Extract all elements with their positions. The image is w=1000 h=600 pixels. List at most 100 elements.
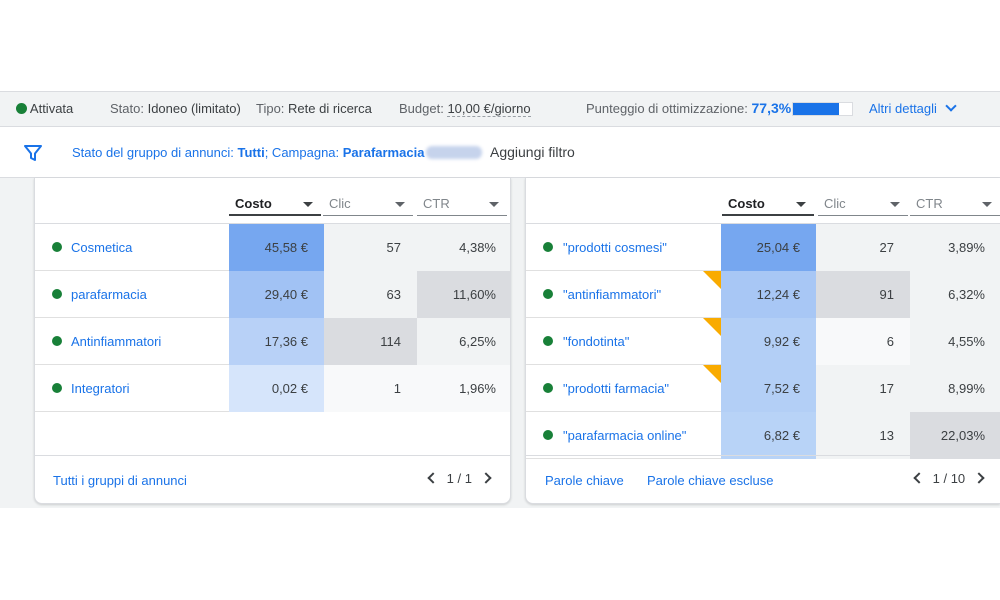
- more-details-label: Altri dettagli: [869, 101, 937, 116]
- enabled-dot-icon: [52, 383, 62, 393]
- cost-cell: 7,52 €: [721, 365, 816, 412]
- ctr-cell: 22,03%: [910, 412, 1000, 459]
- table-header: Costo Clic CTR: [526, 178, 1000, 224]
- table-row: Cosmetica 45,58 € 57 4,38%: [35, 224, 510, 271]
- campaign-status-bar: Attivata Stato: Idoneo (limitato) Tipo: …: [0, 91, 1000, 127]
- table-row: "fondotinta" 9,92 € 6 4,55%: [526, 318, 1000, 365]
- keyword-link[interactable]: "prodotti cosmesi": [563, 240, 667, 255]
- column-label: Clic: [329, 196, 351, 211]
- budget-value: 10,00 €/giorno: [447, 101, 531, 117]
- optimization-label: Punteggio di ottimizzazione:: [586, 101, 748, 116]
- cost-cell: 9,92 €: [721, 318, 816, 365]
- card-footer: Parole chiave Parole chiave escluse 1 / …: [526, 455, 1000, 503]
- enabled-dot-icon: [543, 430, 553, 440]
- keywords-card: Costo Clic CTR "prodotti cosmesi" 25,04 …: [525, 178, 1000, 504]
- ad-group-link[interactable]: Integratori: [71, 381, 130, 396]
- state-label: Stato:: [110, 101, 144, 116]
- chevron-right-icon[interactable]: [479, 472, 492, 484]
- ctr-cell: 4,38%: [417, 224, 510, 271]
- cost-cell: 0,02 €: [229, 365, 324, 412]
- keywords-link[interactable]: Parole chiave: [545, 473, 624, 488]
- column-label: Clic: [824, 196, 846, 211]
- campaign-status-text: Attivata: [29, 101, 74, 116]
- campaign-status[interactable]: Attivata: [16, 101, 73, 116]
- ctr-cell: 8,99%: [910, 365, 1000, 412]
- optimization-score[interactable]: Punteggio di ottimizzazione: 77,3%: [586, 100, 791, 116]
- redacted-text: [426, 146, 483, 159]
- optimization-progress-fill: [793, 103, 839, 115]
- clicks-cell: 27: [816, 224, 910, 271]
- campaign-budget[interactable]: Budget: 10,00 €/giorno: [399, 101, 531, 117]
- ad-group-link[interactable]: parafarmacia: [71, 287, 147, 302]
- column-header-clicks[interactable]: Clic: [323, 190, 413, 216]
- warning-flag-icon[interactable]: [703, 318, 721, 336]
- column-header-ctr[interactable]: CTR: [910, 190, 1000, 216]
- keyword-link[interactable]: "fondotinta": [563, 334, 629, 349]
- add-filter-button[interactable]: Aggiungi filtro: [490, 144, 575, 160]
- content-area: Costo Clic CTR Cosmetica 45,58 € 57 4,38…: [0, 178, 1000, 508]
- cost-cell: 17,36 €: [229, 318, 324, 365]
- filter-separator: ; Campagna:: [264, 145, 343, 160]
- page-indicator: 1 / 1: [446, 471, 472, 486]
- column-label: CTR: [916, 196, 943, 211]
- filter-bar: Stato del gruppo di annunci: Tutti; Camp…: [0, 128, 1000, 178]
- all-ad-groups-link[interactable]: Tutti i gruppi di annunci: [53, 473, 187, 488]
- clicks-cell: 1: [324, 365, 417, 412]
- table-row: Integratori 0,02 € 1 1,96%: [35, 365, 510, 412]
- filter-icon[interactable]: [24, 144, 42, 162]
- page-indicator: 1 / 10: [932, 471, 966, 486]
- clicks-cell: 91: [816, 271, 910, 318]
- cost-cell: 29,40 €: [229, 271, 324, 318]
- table-row: parafarmacia 29,40 € 63 11,60%: [35, 271, 510, 318]
- keyword-link[interactable]: "parafarmacia online": [563, 428, 686, 443]
- enabled-dot-icon: [52, 336, 62, 346]
- keyword-link[interactable]: "antinfiammatori": [563, 287, 661, 302]
- optimization-progress-bar: [792, 102, 853, 116]
- cost-cell: 12,24 €: [721, 271, 816, 318]
- column-header-cost[interactable]: Costo: [229, 190, 321, 216]
- clicks-cell: 57: [324, 224, 417, 271]
- active-filter-chip[interactable]: Stato del gruppo di annunci: Tutti; Camp…: [72, 145, 483, 160]
- cost-cell: 6,82 €: [721, 412, 816, 459]
- cost-cell: 45,58 €: [229, 224, 324, 271]
- enabled-dot-icon: [52, 242, 62, 252]
- enabled-dot-icon: [543, 383, 553, 393]
- more-details-button[interactable]: Altri dettagli: [869, 100, 957, 116]
- ctr-cell: 11,60%: [417, 271, 510, 318]
- column-header-clicks[interactable]: Clic: [818, 190, 908, 216]
- warning-flag-icon[interactable]: [703, 271, 721, 289]
- enabled-dot-icon: [543, 336, 553, 346]
- ctr-cell: 6,25%: [417, 318, 510, 365]
- sort-down-icon: [796, 202, 806, 207]
- filter-group-value: Tutti: [237, 145, 265, 160]
- card-footer: Tutti i gruppi di annunci 1 / 1: [35, 455, 510, 503]
- table-row: "antinfiammatori" 12,24 € 91 6,32%: [526, 271, 1000, 318]
- optimization-value: 77,3%: [751, 100, 792, 116]
- page: Attivata Stato: Idoneo (limitato) Tipo: …: [0, 0, 1000, 600]
- column-header-ctr[interactable]: CTR: [417, 190, 507, 216]
- ad-group-link[interactable]: Antinfiammatori: [71, 334, 161, 349]
- state-value: Idoneo (limitato): [147, 101, 241, 116]
- dropdown-arrow-icon: [489, 202, 499, 207]
- chevron-left-icon[interactable]: [427, 472, 439, 484]
- chevron-left-icon[interactable]: [913, 472, 925, 484]
- ctr-cell: 4,55%: [910, 318, 1000, 365]
- budget-label: Budget:: [399, 101, 444, 116]
- chevron-down-icon: [945, 100, 957, 112]
- ad-group-link[interactable]: Cosmetica: [71, 240, 132, 255]
- enabled-dot-icon: [52, 289, 62, 299]
- pagination: 1 / 10: [913, 471, 985, 486]
- warning-flag-icon[interactable]: [703, 365, 721, 383]
- chevron-right-icon[interactable]: [973, 472, 985, 484]
- enabled-dot-icon: [543, 289, 553, 299]
- table-row: "parafarmacia online" 6,82 € 13 22,03%: [526, 412, 1000, 459]
- dropdown-arrow-icon: [982, 202, 992, 207]
- column-header-cost[interactable]: Costo: [722, 190, 814, 216]
- ctr-cell: 3,89%: [910, 224, 1000, 271]
- dropdown-arrow-icon: [395, 202, 405, 207]
- negative-keywords-link[interactable]: Parole chiave escluse: [647, 473, 773, 488]
- column-label: CTR: [423, 196, 450, 211]
- keyword-link[interactable]: "prodotti farmacia": [563, 381, 669, 396]
- column-label: Costo: [728, 196, 765, 211]
- table-header: Costo Clic CTR: [35, 178, 510, 224]
